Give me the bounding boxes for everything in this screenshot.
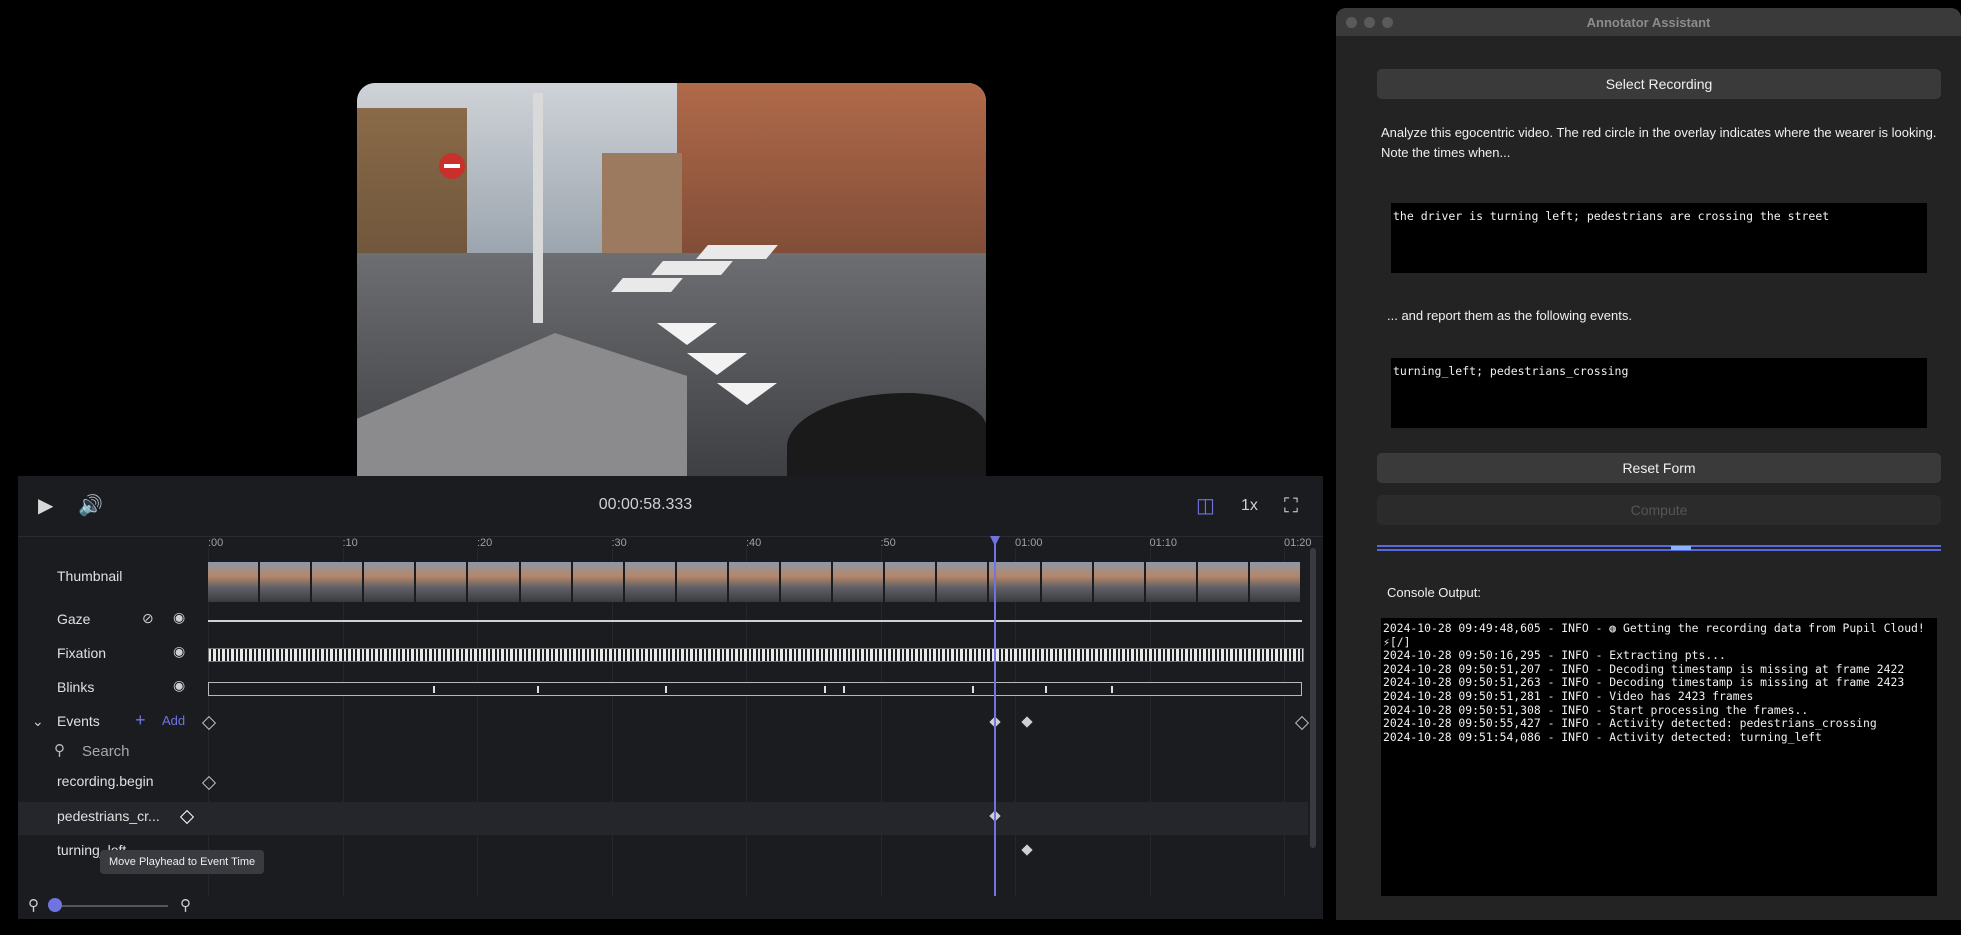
thumbnail-frame (728, 562, 780, 602)
gaze-track (208, 620, 1302, 622)
blink-mark (843, 686, 845, 693)
thumbnail-frame (468, 562, 519, 602)
events-label: Events (57, 713, 100, 729)
axis-tick-label: :10 (342, 537, 358, 549)
playback-speed[interactable]: 1x (1241, 497, 1258, 515)
gaze-label: Gaze (57, 611, 91, 627)
blinks-label: Blinks (57, 679, 95, 695)
add-event-button[interactable]: Add (162, 713, 185, 728)
fixation-visibility-eye-icon[interactable]: ◉ (173, 643, 185, 660)
query-input[interactable]: the driver is turning left; pedestrians … (1391, 203, 1927, 273)
blinks-track (208, 682, 1302, 696)
thumbnail-label: Thumbnail (57, 568, 123, 584)
zoom-slider[interactable] (54, 905, 168, 907)
console-line: 2024-10-28 09:51:54,086 - INFO - Activit… (1383, 729, 1822, 744)
window-title: Annotator Assistant (1586, 15, 1711, 30)
console-line: 2024-10-28 09:50:51,207 - INFO - Decodin… (1383, 661, 1905, 676)
axis-tick-label: :00 (208, 537, 224, 549)
events-input[interactable]: turning_left; pedestrians_crossing (1391, 358, 1927, 428)
console-line: 2024-10-28 09:50:16,295 - INFO - Extract… (1383, 648, 1726, 663)
report-label: ... and report them as the following eve… (1387, 308, 1632, 323)
thumbnail-frame (676, 562, 727, 602)
event-row-highlight (18, 802, 1308, 835)
axis-tick-label: :30 (611, 537, 627, 549)
thumbnail-strip[interactable] (208, 562, 1302, 602)
console-line: 2024-10-28 09:50:51,308 - INFO - Start p… (1383, 702, 1809, 717)
thumbnail-frame (937, 562, 988, 602)
thumbnail-frame (781, 562, 832, 602)
thumbnail-frame (989, 562, 1040, 602)
progress-indicator (1671, 546, 1691, 550)
console-line: 2024-10-28 09:50:55,427 - INFO - Activit… (1383, 716, 1877, 731)
axis-tick-label: :40 (746, 537, 762, 549)
console-line: 2024-10-28 09:50:51,281 - INFO - Video h… (1383, 688, 1754, 703)
split-view-icon[interactable]: ◫ (1196, 496, 1215, 516)
blink-mark (972, 686, 974, 693)
blinks-visibility-eye-icon[interactable]: ◉ (173, 677, 185, 694)
blink-mark (665, 686, 667, 693)
blink-mark (1045, 686, 1047, 693)
compute-button: Compute (1377, 495, 1941, 525)
fixation-track (208, 648, 1304, 662)
console-line: 2024-10-28 09:49:48,605 - INFO - ◍ Getti… (1383, 621, 1932, 649)
thumbnail-frame (1197, 562, 1248, 602)
thumbnail-frame (833, 562, 884, 602)
axis-tick-label: :50 (880, 537, 896, 549)
axis-tick-label: 01:00 (1015, 537, 1043, 549)
thumbnail-frame (520, 562, 571, 602)
playhead[interactable] (994, 538, 996, 896)
gaze-offset-icon[interactable]: ⊘ (142, 610, 154, 627)
progress-bar (1377, 545, 1941, 551)
thumbnail-frame (1041, 562, 1092, 602)
annotator-assistant-window: Annotator Assistant Select Recording Ana… (1336, 8, 1961, 920)
thumbnail-frame (572, 562, 623, 602)
thumbnail-frame (624, 562, 675, 602)
instruction-text: Analyze this egocentric video. The red c… (1381, 125, 1937, 160)
thumbnail-frame (312, 562, 363, 602)
reset-form-button[interactable]: Reset Form (1377, 453, 1941, 483)
thumbnail-frame (1093, 562, 1144, 602)
thumbnail-frame (208, 562, 259, 602)
blink-mark (433, 686, 435, 693)
fixation-label: Fixation (57, 645, 107, 661)
zoom-in-icon[interactable]: ⚲ (180, 896, 191, 914)
console-line: 2024-10-28 09:50:51,263 - INFO - Decodin… (1383, 675, 1905, 690)
blink-mark (824, 686, 826, 693)
thumbnail-frame (1145, 562, 1196, 602)
timeline-scrollbar[interactable] (1310, 548, 1316, 848)
console-output: 2024-10-28 09:49:48,605 - INFO - ◍ Getti… (1381, 618, 1937, 896)
blink-mark (1111, 686, 1113, 693)
thumbnail-frame (260, 562, 311, 602)
search-icon: ⚲ (54, 742, 65, 759)
event-item-pedestrians-crossing[interactable]: pedestrians_cr... (57, 808, 160, 824)
thumbnail-frame (416, 562, 467, 602)
plus-icon[interactable]: + (135, 710, 146, 731)
axis-tick-label: :20 (477, 537, 493, 549)
blink-mark (537, 686, 539, 693)
console-label: Console Output: (1387, 585, 1481, 600)
tooltip: Move Playhead to Event Time (100, 850, 265, 874)
thumbnail-frame (1249, 562, 1300, 602)
event-search-input[interactable]: Search (82, 743, 130, 760)
event-item-recording-begin[interactable]: recording.begin (57, 773, 154, 789)
axis-tick-label: 01:10 (1149, 537, 1178, 549)
chevron-down-icon[interactable]: ⌄ (32, 713, 44, 730)
current-time: 00:00:58.333 (598, 496, 693, 513)
select-recording-button[interactable]: Select Recording (1377, 69, 1941, 99)
axis-tick-label: 01:20 (1284, 537, 1312, 549)
zoom-slider-handle[interactable] (48, 898, 62, 912)
thumbnail-frame (885, 562, 936, 602)
gaze-visibility-eye-icon[interactable]: ◉ (173, 609, 185, 626)
zoom-out-icon[interactable]: ⚲ (28, 896, 39, 914)
fullscreen-icon[interactable]: ⛶ (1284, 496, 1298, 516)
video-frame (357, 83, 986, 476)
thumbnail-frame (364, 562, 415, 602)
